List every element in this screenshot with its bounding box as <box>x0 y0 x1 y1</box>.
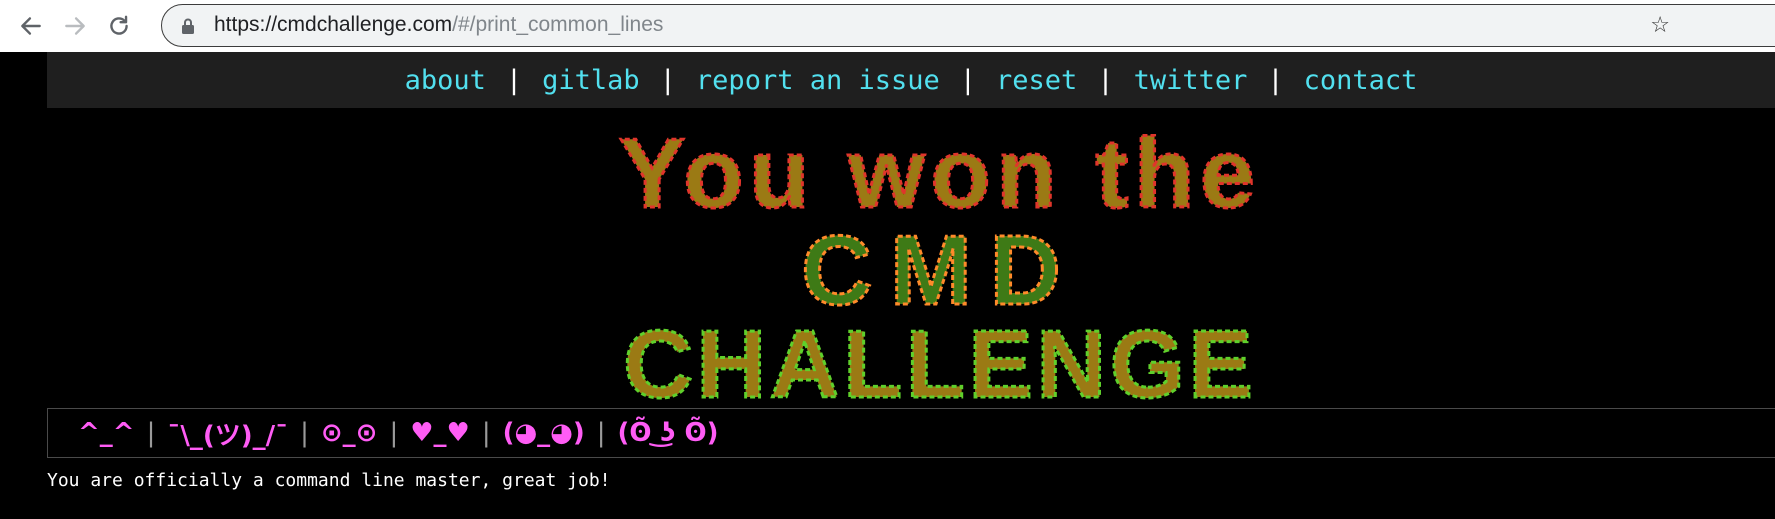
arrow-left-icon <box>21 17 41 35</box>
banner-art: * You won the CMD CHALLENGE <box>618 117 1260 420</box>
emoticon-lenny[interactable]: (ʘ̃ ͜ʖ ʘ̃) <box>618 418 719 448</box>
emoticon-separator: | <box>596 418 606 448</box>
banner-line-3: CHALLENGE <box>623 311 1256 418</box>
emoticon-wide-eyes[interactable]: (◕_◕) <box>503 418 585 448</box>
emoticon-bar: ^_^ | ¯\_(ツ)_/¯ | ⊙_⊙ | ♥_♥ | (◕_◕) | (ʘ… <box>47 408 1775 458</box>
url-text: https://cmdchallenge.com/#/print_common_… <box>214 13 663 37</box>
emoticon-happy[interactable]: ^_^ <box>78 418 135 448</box>
nav-link-reset[interactable]: reset <box>996 65 1077 96</box>
nav-separator: | <box>959 64 977 96</box>
emoticon-surprised[interactable]: ⊙_⊙ <box>321 418 378 448</box>
emoticon-separator: | <box>300 418 309 448</box>
nav-separator: | <box>1097 64 1114 96</box>
arrow-right-icon <box>65 17 85 35</box>
emoticon-separator: | <box>389 418 399 448</box>
url-host: https://cmdchallenge.com <box>214 13 453 36</box>
browser-chrome: https://cmdchallenge.com/#/print_common_… <box>0 0 1775 52</box>
nav-separator: | <box>659 64 676 96</box>
nav-link-contact[interactable]: contact <box>1304 65 1418 96</box>
url-path: /#/print_common_lines <box>452 13 664 36</box>
nav-separator: | <box>505 64 523 96</box>
page-content: about | gitlab | report an issue | reset… <box>0 52 1775 519</box>
bookmark-star-icon[interactable]: ☆ <box>1650 13 1670 38</box>
lock-icon <box>182 18 194 34</box>
success-message: You are officially a command line master… <box>47 470 611 491</box>
nav-link-gitlab[interactable]: gitlab <box>542 65 640 96</box>
banner-line-1: You won the <box>619 118 1260 228</box>
banner-line-2: CMD <box>801 215 1078 325</box>
nav-link-twitter[interactable]: twitter <box>1134 65 1248 96</box>
emoticon-love[interactable]: ♥_♥ <box>410 418 470 448</box>
address-bar[interactable]: https://cmdchallenge.com/#/print_common_… <box>161 4 1775 47</box>
top-nav: about | gitlab | report an issue | reset… <box>47 52 1775 108</box>
emoticon-separator: | <box>146 418 156 448</box>
nav-separator: | <box>1267 64 1284 96</box>
nav-link-about[interactable]: about <box>405 65 486 96</box>
back-button[interactable] <box>14 9 48 43</box>
emoticon-shrug[interactable]: ¯\_(ツ)_/¯ <box>167 415 288 452</box>
forward-button[interactable] <box>58 9 92 43</box>
reload-icon <box>110 15 128 35</box>
nav-link-report-issue[interactable]: report an issue <box>696 65 940 96</box>
reload-button[interactable] <box>102 9 136 43</box>
ascii-art-banner: * You won the CMD CHALLENGE <box>360 112 1520 452</box>
emoticon-separator: | <box>481 418 491 448</box>
